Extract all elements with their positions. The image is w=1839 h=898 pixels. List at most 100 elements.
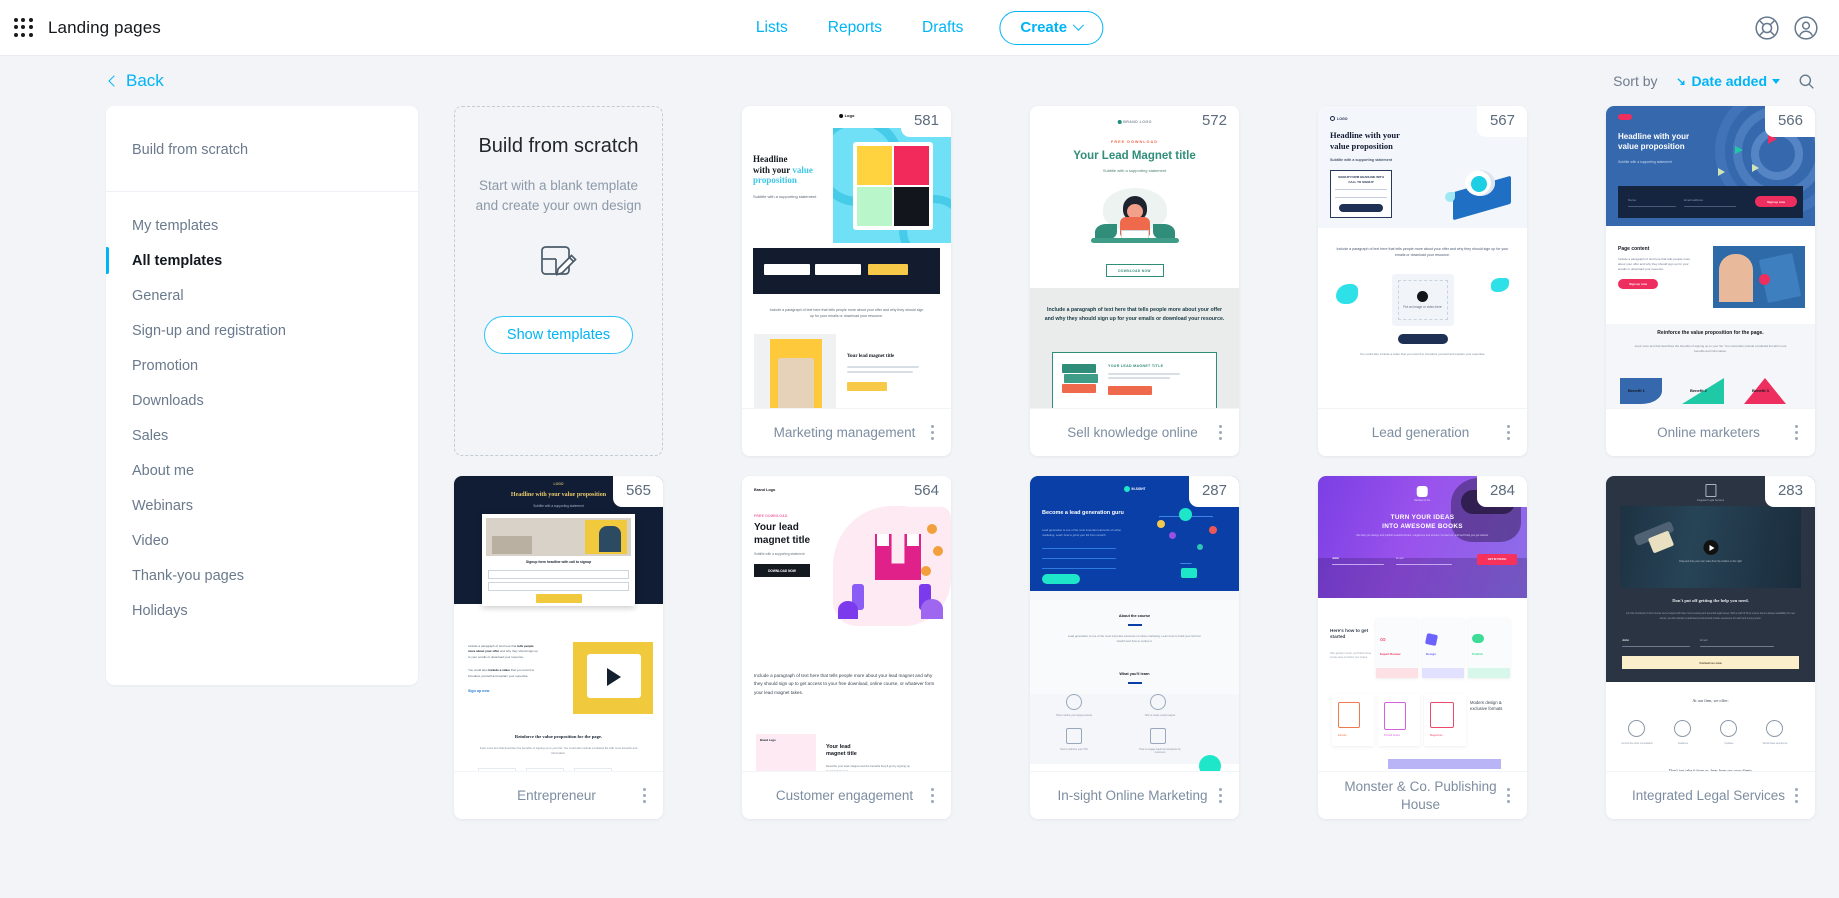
- thumb-ph-name: John: [1332, 556, 1340, 560]
- thumb-paragraph: Include a paragraph of text here that te…: [1336, 247, 1509, 258]
- thumb-logo: Integrated Legal Services: [1696, 499, 1725, 502]
- thumb-o1: Around-the-clock consultation: [1621, 742, 1653, 745]
- sidebar-item-video[interactable]: Video: [106, 523, 418, 558]
- template-options-menu-icon[interactable]: [1501, 425, 1515, 440]
- sidebar-item-general[interactable]: General: [106, 278, 418, 313]
- sidebar-item-all-templates[interactable]: All templates: [106, 243, 418, 278]
- template-thumbnail: Headline with your value proposition Sub…: [1606, 106, 1815, 408]
- thumb-headline-2: with your: [753, 164, 791, 175]
- template-card-footer: Integrated Legal Services: [1606, 771, 1815, 819]
- template-options-menu-icon[interactable]: [925, 425, 939, 440]
- sidebar-item-build-from-scratch[interactable]: Build from scratch: [106, 132, 418, 167]
- template-card-footer: Lead generation: [1318, 408, 1527, 456]
- thumb-logo: LOGO: [1337, 116, 1348, 121]
- sidebar-item-sign-up-and-registration[interactable]: Sign-up and registration: [106, 313, 418, 348]
- thumb-foot: Don't just take it from us, hear from ou…: [1668, 768, 1753, 771]
- template-card-in-sight-online-marketing[interactable]: 287 IN-SIGHT Become a lead generation gu…: [1030, 476, 1239, 819]
- template-card-online-marketers[interactable]: 566 Headline with your value proposition…: [1606, 106, 1815, 456]
- thumb-paragraph: Include a paragraph of text here that te…: [769, 308, 924, 318]
- template-card-integrated-legal-services[interactable]: 283 Integrated Legal Services Drag and d…: [1606, 476, 1815, 819]
- thumb-start: Here's how to get started: [1330, 628, 1369, 640]
- template-options-menu-icon[interactable]: [1213, 425, 1227, 440]
- sidebar-item-promotion[interactable]: Promotion: [106, 348, 418, 383]
- thumb-sub: Subtitle with a supporting statement: [754, 552, 805, 556]
- thumb-h2: INTO AWESOME BOOKS: [1382, 522, 1463, 530]
- thumb-headline-3: value: [792, 164, 813, 175]
- template-card-entrepreneur[interactable]: 565 LOGO Headline with your value propos…: [454, 476, 663, 819]
- primary-nav: Lists Reports Drafts Create: [736, 10, 1104, 45]
- templates-row-1: Build from scratch Start with a blank te…: [454, 106, 1815, 456]
- nav-item-drafts[interactable]: Drafts: [902, 19, 983, 37]
- apps-grid-icon[interactable]: [14, 18, 33, 37]
- build-from-scratch-card[interactable]: Build from scratch Start with a blank te…: [454, 106, 663, 456]
- thumb-b2: Benefit 2: [1690, 388, 1707, 393]
- chevron-down-icon: [1772, 78, 1780, 84]
- scratch-card-title: Build from scratch: [478, 135, 639, 157]
- sidebar-item-sales[interactable]: Sales: [106, 418, 418, 453]
- thumb-sub: Subtitle with a supporting statement: [1330, 158, 1393, 162]
- search-icon[interactable]: [1798, 73, 1815, 90]
- lifebuoy-help-icon[interactable]: [1754, 15, 1780, 41]
- thumb-c2: Design: [1426, 652, 1437, 656]
- top-header-bar: Landing pages Lists Reports Drafts Creat…: [0, 0, 1839, 56]
- template-card-marketing-management[interactable]: 581 Logo Headline with your value propos…: [742, 106, 951, 456]
- create-button[interactable]: Create: [999, 10, 1104, 45]
- sort-descending-icon: [1676, 77, 1685, 85]
- user-account-icon[interactable]: [1793, 15, 1819, 41]
- sidebar-item-my-templates[interactable]: My templates: [106, 208, 418, 243]
- template-thumbnail: Logo Headline with your value propositio…: [742, 106, 951, 408]
- template-thumbnail: LOGO Headline with your value propositio…: [454, 476, 663, 771]
- template-card-customer-engagement[interactable]: 564 Brand Logo FREE DOWNLOAD Your lead m…: [742, 476, 951, 819]
- template-card-sell-knowledge-online[interactable]: 572 BRAND LOGO FREE DOWNLOAD Your Lead M…: [1030, 106, 1239, 456]
- thumb-lm1: Your lead: [826, 744, 851, 750]
- template-options-menu-icon[interactable]: [1789, 788, 1803, 803]
- sort-by-label: Sort by: [1613, 73, 1658, 89]
- thumb-h1: Don't put off getting the help you need.: [1672, 598, 1749, 603]
- sidebar-item-about-me[interactable]: About me: [106, 453, 418, 488]
- template-name: In-sight Online Marketing: [1057, 787, 1208, 803]
- template-badge: 283: [1764, 476, 1815, 507]
- thumb-lm2: magnet title: [826, 751, 857, 758]
- template-badge: 581: [900, 106, 951, 137]
- sidebar-item-webinars[interactable]: Webinars: [106, 488, 418, 523]
- sort-value-dropdown[interactable]: Date added: [1676, 73, 1780, 89]
- thumb-pc-para: Include a paragraph of text here that te…: [1618, 257, 1691, 272]
- template-options-menu-icon[interactable]: [925, 788, 939, 803]
- template-card-footer: Monster & Co. Publishing House: [1318, 771, 1527, 819]
- sidebar-item-downloads[interactable]: Downloads: [106, 383, 418, 418]
- template-options-menu-icon[interactable]: [1789, 425, 1803, 440]
- templates-row-2: 565 LOGO Headline with your value propos…: [454, 476, 1815, 819]
- thumb-kicker: FREE DOWNLOAD: [754, 514, 788, 518]
- thumb-h2: magnet title: [754, 534, 811, 546]
- show-templates-button[interactable]: Show templates: [483, 315, 634, 354]
- thumb-cta: DOWNLOAD NOW: [1105, 264, 1164, 277]
- template-options-menu-icon[interactable]: [1501, 788, 1515, 803]
- thumb-placeholder: Put an image or video here: [1403, 304, 1442, 309]
- thumb-note: You could also include a video that you …: [1359, 352, 1486, 356]
- scratch-card-description: Start with a blank template and create y…: [475, 178, 642, 213]
- page-title: Landing pages: [48, 17, 161, 37]
- layout-edit-icon: [536, 239, 582, 290]
- back-link[interactable]: Back: [108, 71, 164, 91]
- sidebar-item-holidays[interactable]: Holidays: [106, 593, 418, 628]
- template-options-menu-icon[interactable]: [637, 788, 651, 803]
- thumb-f2: Printed books: [1384, 734, 1400, 737]
- template-card-footer: Customer engagement: [742, 771, 951, 819]
- nav-item-lists[interactable]: Lists: [736, 19, 808, 37]
- sidebar-item-thank-you-pages[interactable]: Thank-you pages: [106, 558, 418, 593]
- template-badge: 287: [1188, 476, 1239, 507]
- template-card-lead-generation[interactable]: 567 LOGO Headline with your value propos…: [1318, 106, 1527, 456]
- thumb-cta: Contact us now: [1622, 656, 1799, 669]
- back-label: Back: [126, 71, 164, 90]
- nav-item-reports[interactable]: Reports: [808, 19, 902, 37]
- template-name: Sell knowledge online: [1067, 424, 1198, 440]
- template-thumbnail: Monster & Co. TURN YOUR IDEAS INTO AWESO…: [1318, 476, 1527, 771]
- thumb-sub: Subtitle with a supporting statement: [753, 193, 817, 199]
- thumb-logo: IN-SIGHT: [1131, 487, 1146, 491]
- thumb-h1: TURN YOUR IDEAS: [1390, 514, 1455, 521]
- template-thumbnail: Brand Logo FREE DOWNLOAD Your lead magne…: [742, 476, 951, 771]
- sidebar-category-list: My templates All templates General Sign-…: [106, 192, 418, 648]
- template-card-monster-and-co-publishing-house[interactable]: 284 Monster & Co. TURN YOUR IDEAS INTO A…: [1318, 476, 1527, 819]
- template-options-menu-icon[interactable]: [1213, 788, 1227, 803]
- thumb-link: Sign up now: [468, 688, 490, 693]
